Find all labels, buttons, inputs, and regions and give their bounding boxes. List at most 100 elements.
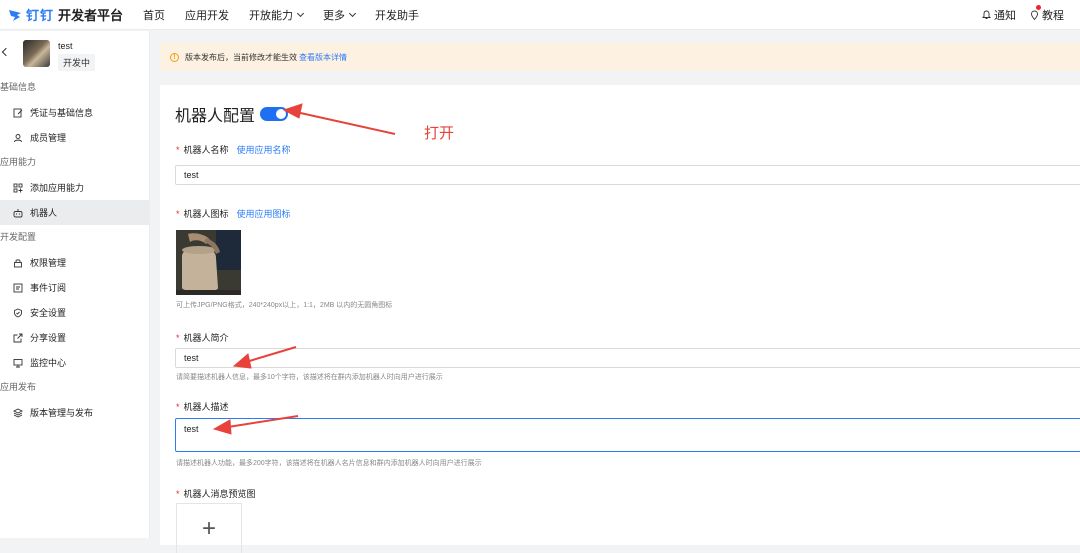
robot-intro-input[interactable]: test	[175, 348, 1080, 368]
chevron-down-icon	[296, 9, 305, 17]
nav-open-ability[interactable]: 开放能力	[249, 7, 305, 23]
warning-icon: !	[170, 52, 179, 62]
robot-icon-label-text: 机器人图标	[183, 209, 229, 219]
annotation-open-label: 打开	[424, 125, 455, 142]
sidebar-item-versions[interactable]: 版本管理与发布	[0, 400, 149, 425]
sidebar-group-basic: 基础信息	[0, 82, 37, 92]
robot-config-title: 机器人配置	[175, 102, 289, 126]
required-marker: *	[176, 489, 180, 499]
upload-preview-button[interactable]: +	[176, 503, 242, 553]
app-header: test 开发中	[0, 31, 149, 75]
lock-icon	[12, 257, 24, 269]
sidebar: test 开发中 基础信息 凭证与基础信息 成员管理 应用能力 添加应用能力 机…	[0, 31, 150, 538]
robot-intro-hint: 请简要描述机器人信息，最多10个字符，该描述将在群内添加机器人时向用户进行展示	[176, 374, 443, 381]
logo-brand: 钉钉	[26, 8, 55, 23]
required-marker: *	[176, 209, 180, 219]
robot-enable-toggle[interactable]	[260, 107, 289, 121]
required-marker: *	[176, 402, 180, 412]
robot-preview-label: * 机器人消息预览图	[176, 487, 256, 500]
sidebar-item-share[interactable]: 分享设置	[0, 325, 149, 350]
robot-desc-label: * 机器人描述	[176, 400, 229, 413]
toggle-knob	[276, 109, 287, 119]
robot-icon	[12, 207, 24, 219]
notify-button[interactable]: 通知	[982, 7, 1016, 23]
sidebar-item-label: 成员管理	[30, 133, 67, 143]
user-icon	[12, 132, 24, 144]
publish-notice: ! 版本发布后，当前修改才能生效 查看版本详情	[160, 43, 1080, 71]
sidebar-group-ability: 应用能力	[0, 157, 37, 167]
sidebar-item-label: 添加应用能力	[30, 183, 85, 193]
robot-name-label: * 机器人名称 使用应用名称	[176, 143, 291, 156]
sidebar-item-robot[interactable]: 机器人	[0, 200, 149, 225]
robot-intro-label: * 机器人简介	[176, 331, 229, 344]
nav-app-dev[interactable]: 应用开发	[185, 7, 229, 23]
main-nav: 首页 应用开发 开放能力 更多 开发助手	[143, 7, 439, 23]
app-thumbnail	[23, 40, 50, 67]
sidebar-item-label: 监控中心	[30, 358, 67, 368]
robot-name-label-text: 机器人名称	[183, 145, 229, 155]
logo-title: 开发者平台	[58, 8, 124, 23]
bell-icon	[982, 10, 991, 19]
tutorial-label: 教程	[1042, 10, 1064, 22]
header-actions: 通知 教程	[968, 0, 1064, 30]
nav-dev-assistant-label: 开发助手	[375, 9, 420, 22]
shield-icon	[12, 307, 24, 319]
sidebar-group-publish: 应用发布	[0, 382, 37, 392]
robot-preview-label-text: 机器人消息预览图	[183, 489, 256, 499]
robot-desc-label-text: 机器人描述	[183, 402, 229, 412]
sidebar-item-permissions[interactable]: 权限管理	[0, 250, 149, 275]
nav-more-label: 更多	[323, 9, 346, 22]
nav-more[interactable]: 更多	[323, 7, 357, 23]
sidebar-group-dev: 开发配置	[0, 232, 37, 242]
version-detail-link[interactable]: 查看版本详情	[299, 52, 347, 63]
page-title: 机器人配置	[175, 108, 256, 125]
chevron-down-icon	[348, 9, 357, 17]
robot-desc-textarea[interactable]: test	[175, 418, 1080, 452]
share-icon	[12, 332, 24, 344]
sidebar-item-add-ability[interactable]: 添加应用能力	[0, 175, 149, 200]
robot-icon-hint: 可上传JPG/PNG格式，240*240px以上，1:1，2MB 以内的无圆角图…	[176, 302, 393, 309]
sidebar-item-label: 版本管理与发布	[30, 408, 94, 418]
sidebar-item-events[interactable]: 事件订阅	[0, 275, 149, 300]
nav-home-label: 首页	[143, 9, 166, 22]
sidebar-item-label: 安全设置	[30, 308, 67, 318]
required-marker: *	[176, 333, 180, 343]
notify-label: 通知	[994, 10, 1016, 22]
use-app-icon-link[interactable]: 使用应用图标	[237, 209, 291, 219]
edit-doc-icon	[12, 107, 24, 119]
nav-dev-assistant[interactable]: 开发助手	[375, 7, 419, 23]
robot-config-card: 机器人配置 * 机器人名称 使用应用名称 test * 机器人图标 使用应用图标 可上传…	[160, 85, 1080, 553]
robot-icon-image[interactable]	[176, 230, 241, 295]
sidebar-item-members[interactable]: 成员管理	[0, 125, 149, 150]
red-dot-badge	[1036, 5, 1041, 10]
dingtalk-logo-icon	[9, 9, 21, 21]
robot-name-input[interactable]: test	[175, 165, 1080, 185]
location-pin-icon	[1031, 10, 1038, 20]
main-content: ! 版本发布后，当前修改才能生效 查看版本详情 机器人配置 * 机器人名称 使用应用…	[160, 43, 1080, 553]
sidebar-item-label: 机器人	[30, 208, 58, 218]
top-navbar: 钉钉 开发者平台 首页 应用开发 开放能力 更多 开发助手 通知 教程	[0, 0, 1080, 30]
robot-desc-hint: 请描述机器人功能，最多200字符，该描述将在机器人名片信息和群内添加机器人时向用…	[176, 460, 482, 467]
nav-app-dev-label: 应用开发	[185, 9, 230, 22]
sidebar-item-label: 分享设置	[30, 333, 67, 343]
tutorial-button[interactable]: 教程	[1030, 5, 1064, 23]
apps-add-icon	[12, 182, 24, 194]
app-name: test	[58, 41, 73, 51]
nav-open-ability-label: 开放能力	[249, 9, 294, 22]
robot-icon-label: * 机器人图标 使用应用图标	[176, 207, 291, 220]
use-app-name-link[interactable]: 使用应用名称	[237, 145, 291, 155]
app-status-badge: 开发中	[58, 54, 96, 71]
notice-text: 版本发布后，当前修改才能生效	[185, 52, 297, 62]
sidebar-item-label: 事件订阅	[30, 283, 67, 293]
event-subscribe-icon	[12, 282, 24, 294]
sidebar-item-credentials[interactable]: 凭证与基础信息	[0, 100, 149, 125]
monitor-icon	[12, 357, 24, 369]
back-arrow-icon[interactable]	[1, 47, 11, 57]
sidebar-item-label: 凭证与基础信息	[30, 108, 94, 118]
layers-icon	[12, 407, 24, 419]
logo[interactable]: 钉钉 开发者平台	[8, 0, 123, 30]
required-marker: *	[176, 145, 180, 155]
sidebar-item-security[interactable]: 安全设置	[0, 300, 149, 325]
nav-home[interactable]: 首页	[143, 7, 165, 23]
sidebar-item-monitor[interactable]: 监控中心	[0, 350, 149, 375]
